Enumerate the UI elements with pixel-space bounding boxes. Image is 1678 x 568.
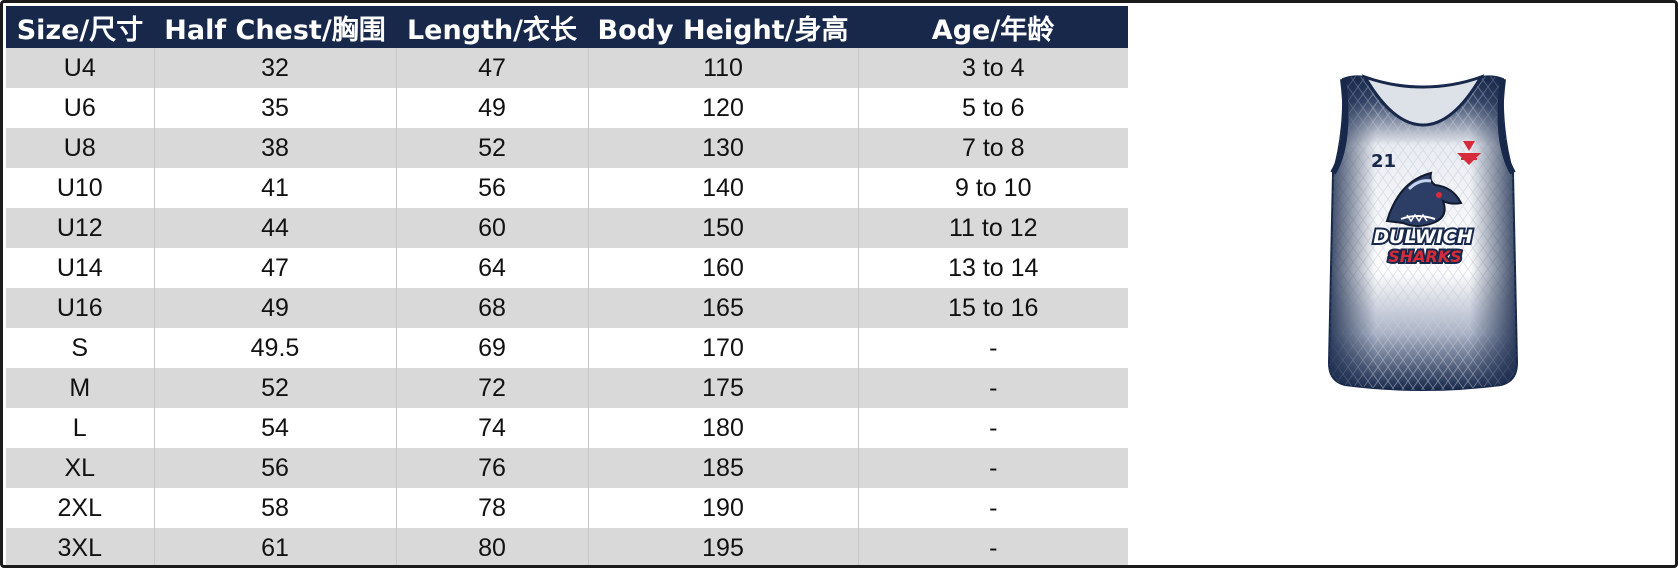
table-row: U6 35 49 120 5 to 6 — [6, 88, 1128, 128]
header-age: Age/年龄 — [858, 6, 1128, 48]
cell-size: S — [6, 328, 154, 368]
cell-length: 74 — [395, 408, 588, 448]
size-rows: U4 32 47 110 3 to 4 U6 35 49 120 5 to 6 U8 38 52 130 7… — [6, 48, 1128, 565]
cell-size: U4 — [6, 48, 154, 88]
cell-length: 69 — [395, 328, 588, 368]
cell-age: 13 to 14 — [857, 248, 1128, 288]
cell-size: U10 — [6, 168, 154, 208]
cell-length: 47 — [395, 48, 588, 88]
cell-age: - — [857, 488, 1128, 528]
cell-half-chest: 35 — [153, 88, 396, 128]
cell-body-height: 130 — [587, 128, 858, 168]
cell-length: 64 — [395, 248, 588, 288]
cell-half-chest: 49.5 — [153, 328, 396, 368]
table-row: U14 47 64 160 13 to 14 — [6, 248, 1128, 288]
cell-length: 56 — [395, 168, 588, 208]
table-row: U12 44 60 150 11 to 12 — [6, 208, 1128, 248]
cell-length: 68 — [395, 288, 588, 328]
table-row: 3XL 61 80 195- — [6, 528, 1128, 565]
cell-body-height: 110 — [587, 48, 858, 88]
cell-age: 9 to 10 — [857, 168, 1128, 208]
table-row: M 52 72 175- — [6, 368, 1128, 408]
cell-body-height: 160 — [587, 248, 858, 288]
size-chart-image: Size/尺寸 Half Chest/胸围 Length/衣长 Body Hei… — [0, 0, 1678, 568]
cell-body-height: 170 — [587, 328, 858, 368]
size-chart-table: Size/尺寸 Half Chest/胸围 Length/衣长 Body Hei… — [6, 6, 1128, 565]
cell-half-chest: 54 — [153, 408, 396, 448]
cell-half-chest: 32 — [153, 48, 396, 88]
cell-age: - — [857, 328, 1128, 368]
table-row: U10 41 56 140 9 to 10 — [6, 168, 1128, 208]
cell-size: M — [6, 368, 154, 408]
jersey-image: 21 DULWICH SHARKS — [1303, 73, 1543, 423]
cell-body-height: 195 — [587, 528, 858, 565]
cell-body-height: 150 — [587, 208, 858, 248]
cell-half-chest: 41 — [153, 168, 396, 208]
cell-body-height: 120 — [587, 88, 858, 128]
cell-age: - — [857, 528, 1128, 565]
cell-age: 7 to 8 — [857, 128, 1128, 168]
cell-half-chest: 47 — [153, 248, 396, 288]
cell-age: - — [857, 448, 1128, 488]
cell-size: L — [6, 408, 154, 448]
cell-body-height: 165 — [587, 288, 858, 328]
cell-body-height: 190 — [587, 488, 858, 528]
cell-age: 15 to 16 — [857, 288, 1128, 328]
jersey-illustration: 21 DULWICH SHARKS — [1327, 74, 1519, 391]
table-row: U16 49 68 165 15 to 16 — [6, 288, 1128, 328]
table-row: 2XL 58 78 190- — [6, 488, 1128, 528]
cell-length: 78 — [395, 488, 588, 528]
cell-length: 80 — [395, 528, 588, 565]
cell-half-chest: 52 — [153, 368, 396, 408]
cell-size: 2XL — [6, 488, 154, 528]
cell-half-chest: 49 — [153, 288, 396, 328]
cell-size: U16 — [6, 288, 154, 328]
table-row: U4 32 47 110 3 to 4 — [6, 48, 1128, 88]
cell-age: - — [857, 368, 1128, 408]
cell-half-chest: 38 — [153, 128, 396, 168]
cell-body-height: 180 — [587, 408, 858, 448]
cell-length: 76 — [395, 448, 588, 488]
cell-half-chest: 58 — [153, 488, 396, 528]
cell-age: 11 to 12 — [857, 208, 1128, 248]
cell-length: 49 — [395, 88, 588, 128]
cell-length: 52 — [395, 128, 588, 168]
table-row: U8 38 52 130 7 to 8 — [6, 128, 1128, 168]
cell-half-chest: 56 — [153, 448, 396, 488]
header-body-height: Body Height/身高 — [588, 6, 858, 48]
logo-text-dulwich: DULWICH — [1373, 226, 1473, 248]
cell-age: 3 to 4 — [857, 48, 1128, 88]
cell-body-height: 140 — [587, 168, 858, 208]
cell-size: U8 — [6, 128, 154, 168]
cell-size: XL — [6, 448, 154, 488]
header-length: Length/衣长 — [396, 6, 588, 48]
cell-size: U14 — [6, 248, 154, 288]
table-row: XL 56 76 185- — [6, 448, 1128, 488]
cell-age: - — [857, 408, 1128, 448]
header-row: Size/尺寸 Half Chest/胸围 Length/衣长 Body Hei… — [6, 6, 1128, 48]
cell-half-chest: 61 — [153, 528, 396, 565]
cell-body-height: 175 — [587, 368, 858, 408]
header-size: Size/尺寸 — [6, 6, 154, 48]
header-half-chest: Half Chest/胸围 — [154, 6, 396, 48]
cell-size: 3XL — [6, 528, 154, 565]
cell-length: 72 — [395, 368, 588, 408]
cell-size: U12 — [6, 208, 154, 248]
cell-age: 5 to 6 — [857, 88, 1128, 128]
jersey-number: 21 — [1371, 151, 1396, 172]
logo-text-sharks: SHARKS — [1388, 247, 1462, 266]
cell-half-chest: 44 — [153, 208, 396, 248]
table-row: L 54 74 180- — [6, 408, 1128, 448]
table-row: S 49.5 69 170- — [6, 328, 1128, 368]
cell-body-height: 185 — [587, 448, 858, 488]
cell-length: 60 — [395, 208, 588, 248]
cell-size: U6 — [6, 88, 154, 128]
